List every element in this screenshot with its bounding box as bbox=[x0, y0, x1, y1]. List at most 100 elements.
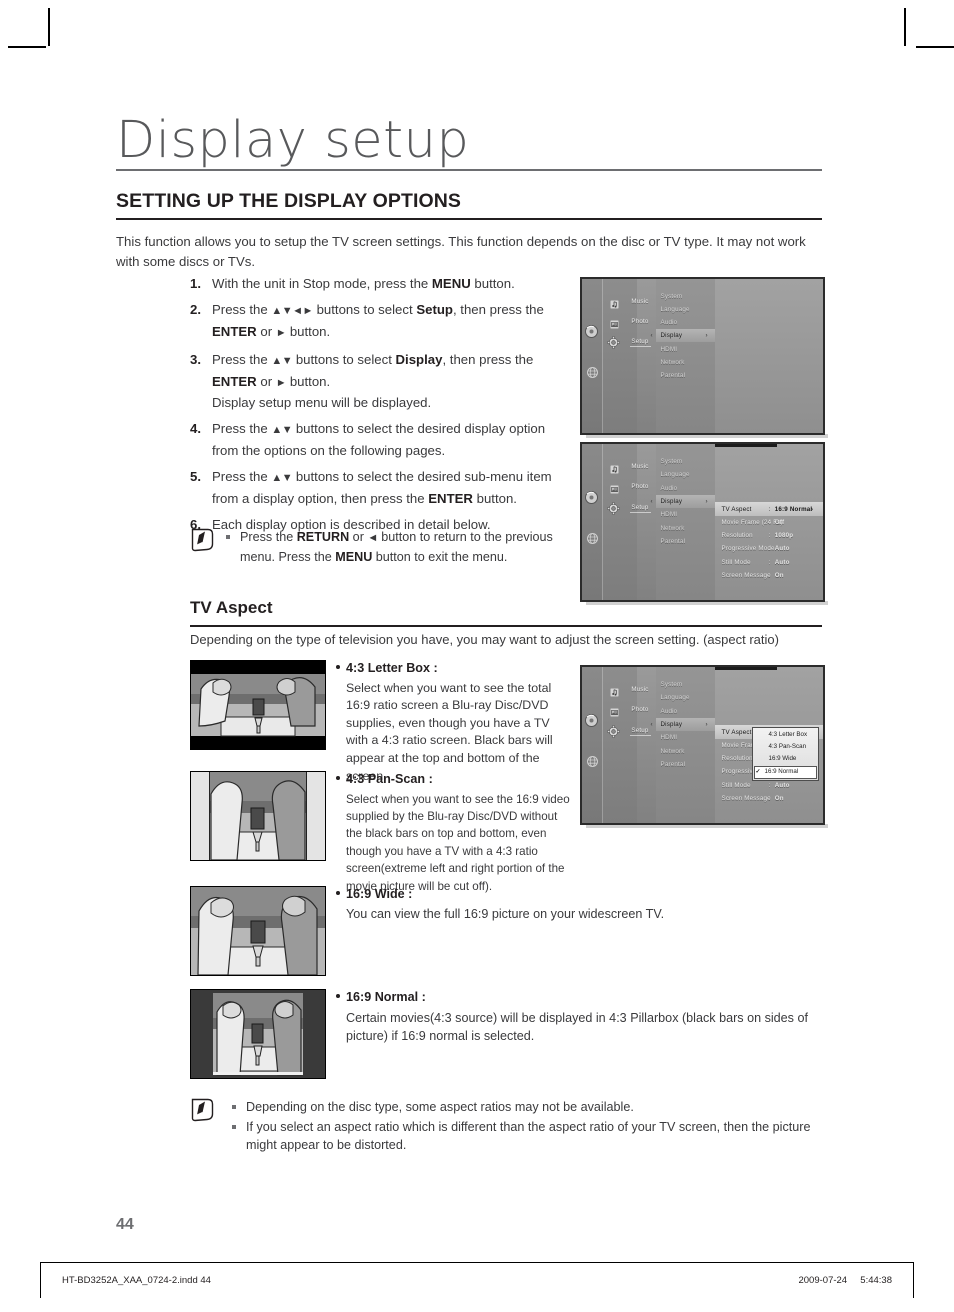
osd-menu-item-language[interactable]: Language bbox=[661, 306, 690, 313]
osd-menu-item-hdmi[interactable]: HDMI bbox=[661, 511, 678, 518]
osd-menu-item-audio[interactable]: Audio bbox=[661, 319, 678, 326]
osd-setting-value-3[interactable]: Auto bbox=[775, 545, 790, 552]
music-note-icon[interactable] bbox=[609, 296, 620, 314]
bullet-icon bbox=[336, 776, 340, 780]
osd-category-music[interactable]: Music bbox=[631, 298, 648, 305]
osd-dropdown-option-3[interactable]: 16:9 Normal bbox=[765, 768, 799, 775]
osd-menu-item-network[interactable]: Network bbox=[661, 359, 685, 366]
gear-icon[interactable] bbox=[607, 336, 620, 354]
osd-pane-accent bbox=[714, 667, 778, 670]
disc-icon[interactable] bbox=[584, 325, 598, 343]
osd-category-setup[interactable]: Setup bbox=[631, 504, 648, 511]
aspect-option-body: Certain movies(4:3 source) will be displ… bbox=[346, 1010, 808, 1043]
osd-menu-item-network[interactable]: Network bbox=[661, 748, 685, 755]
osd-menu-item-display[interactable]: Display bbox=[661, 332, 683, 339]
photo-icon[interactable] bbox=[609, 704, 620, 722]
osd-dropdown-option-2[interactable]: 16:9 Wide bbox=[769, 755, 797, 762]
gear-icon[interactable] bbox=[607, 501, 620, 520]
osd-setting-value-5[interactable]: On bbox=[775, 572, 784, 579]
osd-menu-item-language[interactable]: Language bbox=[661, 471, 690, 478]
osd-setting-value-0[interactable]: 16:9 Normal bbox=[775, 506, 813, 513]
osd-dropdown-option-0[interactable]: 4:3 Letter Box bbox=[769, 731, 808, 738]
bullet-icon bbox=[336, 891, 340, 895]
music-note-icon[interactable] bbox=[609, 684, 620, 702]
osd-menu-item-network[interactable]: Network bbox=[661, 525, 685, 532]
osd-menu-item-system[interactable]: System bbox=[661, 458, 683, 465]
osd-setting-label-5[interactable]: Screen Message bbox=[722, 795, 771, 802]
footer-date: 2009-07-24 bbox=[798, 1275, 848, 1286]
osd-category-music[interactable]: Music bbox=[631, 686, 648, 693]
photo-icon[interactable] bbox=[609, 481, 620, 499]
globe-icon[interactable] bbox=[587, 365, 599, 383]
music-note-icon[interactable] bbox=[609, 461, 620, 479]
step-number: 2. bbox=[190, 302, 201, 318]
osd-setting-value-4[interactable]: Auto bbox=[775, 559, 790, 566]
gear-icon[interactable] bbox=[607, 724, 620, 743]
tv-aspect-rule bbox=[190, 625, 822, 627]
osd-category-music[interactable]: Music bbox=[631, 463, 648, 470]
osd-category-photo[interactable]: Photo bbox=[631, 318, 648, 325]
osd-menu-item-parental[interactable]: Parental bbox=[661, 761, 686, 768]
osd-setting-label-3[interactable]: Progressive Mode bbox=[722, 545, 775, 552]
osd-dropdown-check-icon: ✓ bbox=[755, 767, 761, 775]
note-box-bottom: Depending on the disc type, some aspect … bbox=[190, 1098, 830, 1156]
osd-setting-value-4[interactable]: Auto bbox=[775, 782, 790, 789]
osd-screen-tv-aspect-dropdown[interactable]: Music Photo Setup System Language Audio Displa… bbox=[580, 665, 825, 825]
osd-setting-value-1[interactable]: Off bbox=[775, 519, 785, 526]
title-rule bbox=[116, 169, 822, 171]
photo-icon[interactable] bbox=[609, 316, 620, 334]
osd-menu-item-display[interactable]: Display bbox=[661, 498, 683, 505]
osd-menu-item-system[interactable]: System bbox=[661, 293, 683, 300]
osd-menu-item-display[interactable]: Display bbox=[661, 721, 683, 728]
footer-time: 5:44:38 bbox=[860, 1275, 892, 1286]
osd-setting-label-1[interactable]: Movie Frame (24 Fs) bbox=[722, 519, 783, 526]
osd-setting-label-0[interactable]: TV Aspect bbox=[722, 506, 752, 513]
osd-menu-chevron-left-icon: ‹ bbox=[650, 332, 653, 340]
osd-setting-chevron-icon: › bbox=[811, 506, 814, 514]
osd-menu-item-hdmi[interactable]: HDMI bbox=[661, 734, 678, 741]
osd-menu-item-language[interactable]: Language bbox=[661, 694, 690, 701]
intro-paragraph: This function allows you to setup the TV… bbox=[116, 234, 806, 269]
steps-list: 1. With the unit in Stop mode, press the … bbox=[190, 274, 570, 541]
note-top-item-0: Press the RETURN or ◄ button to return t… bbox=[224, 528, 580, 566]
osd-category-setup[interactable]: Setup bbox=[631, 338, 648, 345]
osd-setting-value-2[interactable]: 1080p bbox=[775, 532, 794, 539]
osd-menu-column bbox=[655, 444, 715, 600]
osd-menu-item-parental[interactable]: Parental bbox=[661, 372, 686, 379]
osd-menu-item-parental[interactable]: Parental bbox=[661, 538, 686, 545]
globe-icon[interactable] bbox=[587, 754, 599, 772]
osd-screen-menu-display-selected[interactable]: Music Photo Setup System Language Audio Displa… bbox=[580, 277, 825, 435]
bullet-icon bbox=[336, 665, 340, 669]
osd-menu-item-audio[interactable]: Audio bbox=[661, 708, 678, 715]
osd-tv-aspect-dropdown[interactable]: 4:3 Letter Box 4:3 Pan-Scan 16:9 Wide ✓ 16:9… bbox=[751, 727, 819, 781]
osd-menu-item-system[interactable]: System bbox=[661, 681, 683, 688]
osd-setting-label-2[interactable]: Resolution bbox=[722, 532, 753, 539]
osd-dropdown-option-1[interactable]: 4:3 Pan-Scan bbox=[769, 743, 807, 750]
aspect-option-0: 4:3 Letter Box : Select when you want to… bbox=[336, 660, 568, 785]
osd-setting-label-0[interactable]: TV Aspect bbox=[722, 729, 752, 736]
disc-icon[interactable] bbox=[584, 713, 598, 732]
osd-menu-item-audio[interactable]: Audio bbox=[661, 485, 678, 492]
section-heading-rule bbox=[116, 218, 822, 220]
osd-setting-label-4[interactable]: Still Mode bbox=[722, 782, 751, 789]
osd-screen-display-settings[interactable]: Music Photo Setup System Language Audio Displa… bbox=[580, 442, 825, 602]
osd-setting-label-4[interactable]: Still Mode bbox=[722, 559, 751, 566]
note-bottom-item-0: Depending on the disc type, some aspect … bbox=[230, 1098, 830, 1117]
osd-menu-item-hdmi[interactable]: HDMI bbox=[661, 346, 678, 353]
osd-menu-chevron-icon: › bbox=[705, 332, 708, 340]
step-item-4: 4. Press the ▲▼ buttons to select the des… bbox=[190, 421, 546, 458]
osd-category-setup[interactable]: Setup bbox=[631, 727, 648, 734]
osd-setting-separator-5: : bbox=[768, 794, 771, 802]
footer-timestamp: 2009-07-24 5:44:38 bbox=[798, 1275, 892, 1286]
aspect-option-title: 16:9 Normal : bbox=[346, 990, 426, 1004]
osd-setting-label-5[interactable]: Screen Message bbox=[722, 572, 771, 579]
globe-icon[interactable] bbox=[587, 531, 599, 549]
aspect-option-title: 16:9 Wide : bbox=[346, 887, 413, 901]
osd-setting-value-5[interactable]: On bbox=[775, 795, 784, 802]
osd-setting-label-2[interactable]: Resolution bbox=[722, 755, 753, 762]
disc-icon[interactable] bbox=[584, 490, 598, 509]
note-box-top: Press the RETURN or ◄ button to return t… bbox=[190, 528, 580, 567]
osd-category-photo[interactable]: Photo bbox=[631, 706, 648, 713]
footer-rule bbox=[40, 1262, 914, 1263]
osd-category-photo[interactable]: Photo bbox=[631, 483, 648, 490]
